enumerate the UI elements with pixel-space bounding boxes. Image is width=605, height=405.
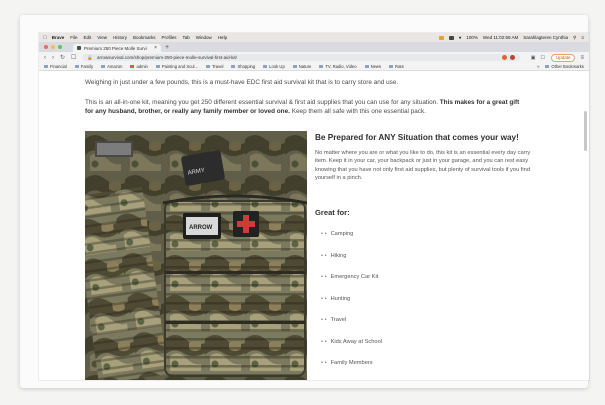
list-item: • • Family Members: [321, 360, 373, 366]
use-list: • • Camping • • Hiking • • Emergency Car Ki…: [321, 231, 382, 380]
url-text[interactable]: arrowsurvival.com/shop/premium-250-piece…: [97, 55, 237, 60]
menu-file[interactable]: File: [70, 35, 77, 40]
folder-icon: [545, 65, 550, 68]
bookmark-folder[interactable]: Painting and Scul...: [155, 64, 198, 69]
address-bar[interactable]: 🔒 arrowsurvival.com/shop/premium-250-pie…: [82, 54, 520, 61]
menu-tab[interactable]: Tab: [183, 35, 190, 40]
tab-strip: Premium 250 Piece Molle Survi × +: [39, 42, 589, 52]
minimize-window-icon[interactable]: [51, 45, 55, 49]
brave-rewards-icon[interactable]: [509, 55, 515, 60]
site-favicon-icon: [77, 46, 81, 50]
menu-history[interactable]: History: [113, 35, 127, 40]
page-content: Weighing in just under a few pounds, thi…: [39, 71, 589, 380]
camo-kit-image: ARMY ARROW: [85, 131, 307, 380]
battery-status[interactable]: 100%: [466, 35, 478, 40]
other-bookmarks[interactable]: » Other Bookmarks: [537, 64, 584, 69]
mac-menu-bar:  Brave File Edit View History Bookmarks…: [39, 33, 589, 42]
tray-app-icon[interactable]: [448, 35, 454, 40]
menu-view[interactable]: View: [97, 35, 107, 40]
description-paragraph: This is an all-in-one kit, meaning you g…: [85, 99, 520, 115]
bookmark-folder[interactable]: Nature: [292, 64, 311, 69]
address-bar-extensions: [499, 55, 515, 60]
window-controls: [39, 42, 65, 52]
new-tab-icon[interactable]: +: [165, 44, 169, 52]
section-heading: Be Prepared for ANY Situation that comes…: [315, 133, 519, 142]
sync-icon[interactable]: ☐: [540, 55, 544, 61]
browser-toolbar: ‹ › ↻ ☐ 🔒 arrowsurvival.com/shop/premium…: [39, 52, 589, 63]
bookmark-folder[interactable]: Look Up: [263, 64, 285, 69]
list-item: • • Hiking: [321, 252, 347, 259]
great-for-heading: Great for:: [315, 208, 350, 217]
clock[interactable]: Wed 11:02:59 AM: [483, 35, 518, 40]
tab-title: Premium 250 Piece Molle Survi: [84, 45, 147, 51]
wifi-icon[interactable]: ●: [459, 35, 462, 40]
close-window-icon[interactable]: [44, 45, 48, 49]
menu-edit[interactable]: Edit: [84, 35, 92, 40]
bookmark-folder[interactable]: Family: [74, 64, 93, 69]
bookmark-folder[interactable]: Shopping: [231, 64, 255, 69]
bookmark-folder[interactable]: News: [364, 64, 381, 69]
product-photo[interactable]: ARMY ARROW: [85, 131, 307, 380]
list-item: • • Emergency Car Kit: [321, 274, 379, 280]
other-bookmarks-label[interactable]: Other Bookmarks: [551, 64, 584, 69]
browser-menu-icon[interactable]: ≡: [580, 55, 584, 61]
maximize-window-icon[interactable]: [58, 45, 62, 49]
update-button[interactable]: Update: [550, 53, 576, 62]
close-tab-icon[interactable]: ×: [154, 45, 157, 51]
browser-screen:  Brave File Edit View History Bookmarks…: [39, 33, 589, 380]
section-body: No matter where you are or what you like…: [315, 150, 531, 182]
menu-profiles[interactable]: Profiles: [162, 35, 177, 40]
intro-paragraph: Weighing in just under a few pounds, thi…: [85, 79, 399, 86]
menu-status-area: ● 100% Wed 11:02:59 AM Sarahlagteren Cyn…: [434, 35, 589, 41]
forward-icon[interactable]: ›: [52, 55, 54, 61]
list-item: • • Travel: [321, 317, 347, 323]
bookmark-folder[interactable]: Travel: [205, 64, 223, 69]
page-scrollbar[interactable]: [584, 111, 587, 151]
menu-bookmarks[interactable]: Bookmarks: [133, 35, 156, 40]
bookmark-folder[interactable]: Amazon: [101, 64, 122, 69]
lock-icon[interactable]: 🔒: [87, 55, 93, 61]
user-name[interactable]: Sarahlagteren Cynthia: [523, 35, 568, 40]
bookmark-link[interactable]: admin: [130, 64, 148, 69]
bookmark-folder[interactable]: TV, Radio, Video: [319, 64, 357, 69]
list-item: • • Camping: [321, 231, 354, 237]
bookmark-folder[interactable]: Rate: [389, 64, 404, 69]
menu-app-name[interactable]: Brave: [52, 35, 65, 40]
bookmark-page-icon[interactable]: ☐: [71, 54, 76, 61]
menu-list-icon[interactable]: ≡: [581, 35, 584, 40]
browser-tools: ▣ ☐: [526, 55, 545, 61]
menu-window[interactable]: Window: [196, 35, 212, 40]
tray-app-icon[interactable]: [438, 35, 444, 40]
brave-shields-icon[interactable]: [501, 55, 507, 60]
svg-text:ARROW: ARROW: [189, 225, 213, 231]
search-icon[interactable]: ⚲: [573, 35, 576, 41]
apple-icon[interactable]: : [43, 35, 47, 41]
bookmarks-bar: Financial Family Amazon admin Painting a…: [39, 63, 589, 71]
list-item: • • Hunting: [321, 295, 351, 302]
reload-icon[interactable]: ↻: [60, 54, 65, 61]
extensions-icon[interactable]: ▣: [531, 55, 536, 61]
list-item: • • Kids Away at School: [321, 338, 383, 345]
back-icon[interactable]: ‹: [44, 55, 46, 61]
tab-active[interactable]: Premium 250 Piece Molle Survi ×: [73, 44, 161, 52]
chevron-right-icon[interactable]: »: [537, 64, 539, 69]
menu-help[interactable]: Help: [218, 35, 227, 40]
bookmark-folder[interactable]: Financial: [44, 64, 67, 69]
